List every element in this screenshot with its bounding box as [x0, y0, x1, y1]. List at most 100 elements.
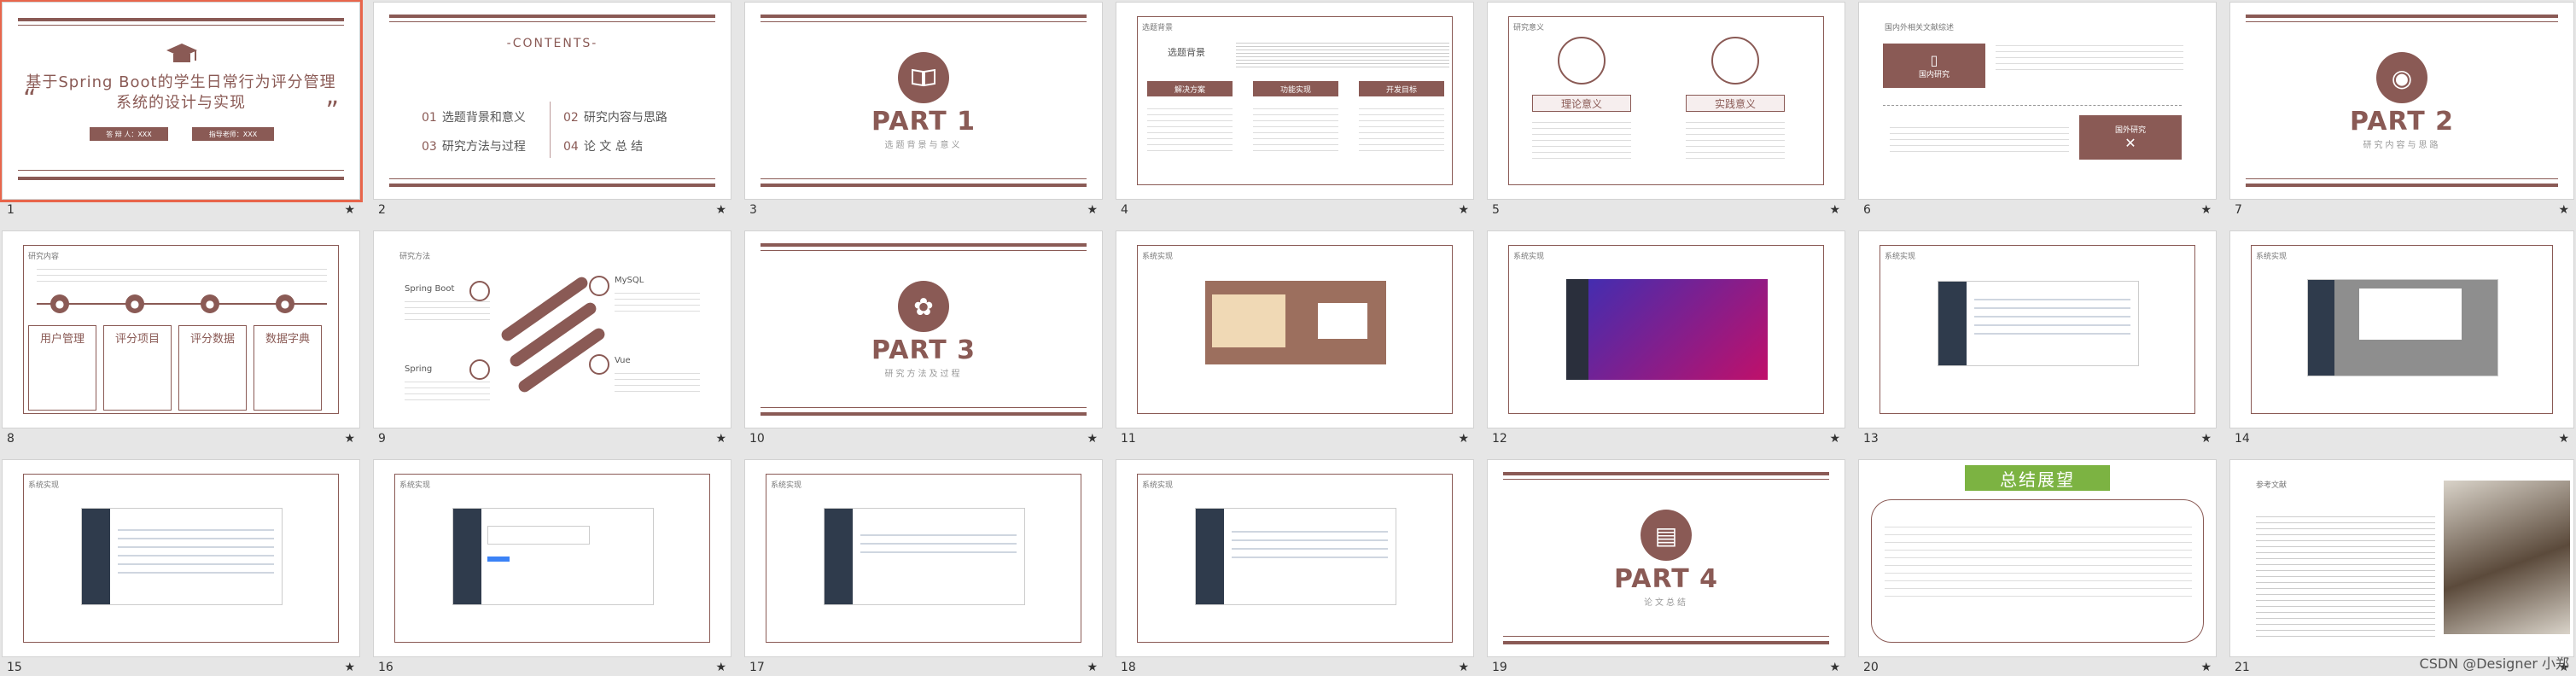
decor-line: [761, 21, 1087, 22]
animation-star-icon[interactable]: ★: [344, 203, 355, 217]
decor-bar: [1503, 472, 1829, 475]
animation-star-icon[interactable]: ★: [1829, 203, 1840, 217]
slide-number: 12: [1492, 432, 1507, 446]
animation-star-icon[interactable]: ★: [1087, 432, 1098, 446]
decor-bar: [389, 15, 715, 18]
tech-spring: Spring: [405, 364, 433, 374]
contents-heading: -CONTENTS-: [506, 37, 598, 50]
tech-mysql: MySQL: [615, 276, 644, 285]
contents-item-1: 01 选题背景和意义: [422, 111, 526, 125]
paragraph-lines: [1885, 520, 2192, 597]
login-screenshot: [1205, 281, 1386, 364]
animation-star-icon[interactable]: ★: [1458, 661, 1469, 674]
form-button: [487, 557, 510, 562]
animation-star-icon[interactable]: ★: [1458, 203, 1469, 217]
card-dictionary: 数据字典: [254, 325, 322, 411]
paragraph-lines: [1686, 117, 1785, 161]
microphone-icon: ●: [50, 294, 69, 313]
slide-21-canvas: 参考文献: [2229, 459, 2574, 657]
slide-sorter-grid: 基于Spring Boot的学生日常行为评分管理系统的设计与实现 “ ” 答 辩…: [0, 0, 2576, 676]
part-title: PART 4: [1614, 564, 1718, 594]
graduation-cap-icon: [165, 42, 199, 66]
slide-number: 3: [749, 203, 757, 217]
animation-star-icon[interactable]: ★: [344, 661, 355, 674]
modal-dialog: [2359, 288, 2462, 340]
slide-18-canvas: 系统实现: [1116, 459, 1474, 657]
section-label: 系统实现: [1142, 253, 1174, 261]
slide-number: 21: [2235, 661, 2250, 674]
decor-line: [18, 170, 344, 171]
part-title: PART 3: [871, 335, 976, 365]
animation-star-icon[interactable]: ★: [715, 661, 726, 674]
decor-bar: [18, 177, 344, 180]
slide-15-canvas: 系统实现: [2, 459, 360, 657]
decor-line: [2246, 21, 2558, 22]
node-icon: [469, 359, 490, 380]
paragraph-lines: [1359, 103, 1444, 154]
book-icon: [898, 52, 949, 103]
paragraph-lines: [615, 368, 700, 397]
slide-20-canvas: 总结展望: [1858, 459, 2217, 657]
dashboard-sidebar: [1566, 279, 1588, 380]
paragraph-lines: [37, 264, 327, 284]
section-label: 国内外相关文献综述: [1885, 24, 1955, 32]
animation-star-icon[interactable]: ★: [2558, 432, 2569, 446]
animation-star-icon[interactable]: ★: [344, 432, 355, 446]
paragraph-lines: [1236, 40, 1449, 69]
table-screenshot: [824, 508, 1025, 605]
document-icon: ▤: [1641, 510, 1692, 561]
slide-number: 15: [7, 661, 22, 674]
animation-star-icon[interactable]: ★: [2200, 661, 2212, 674]
label-goal: 开发目标: [1359, 81, 1444, 96]
animation-star-icon[interactable]: ★: [1458, 432, 1469, 446]
animation-star-icon[interactable]: ★: [2200, 203, 2212, 217]
people-icon: ✿: [898, 281, 949, 332]
slide-number: 18: [1121, 661, 1136, 674]
section-label: 系统实现: [1513, 253, 1545, 261]
section-label: 选题背景: [1142, 24, 1174, 32]
lightbulb-icon: ◉: [2376, 52, 2427, 103]
slide-number: 20: [1863, 661, 1879, 674]
foreign-label: 国外研究: [2114, 126, 2146, 135]
decor-line: [761, 407, 1087, 408]
slide-2-canvas: -CONTENTS- 01 选题背景和意义 02 研究内容与思路 03 研究方法与过程…: [373, 2, 731, 200]
list-icon: ●: [201, 294, 219, 313]
slide-13-canvas: 系统实现: [1858, 230, 2217, 428]
slide-11-canvas: 系统实现: [1116, 230, 1474, 428]
domestic-label: 国内研究: [1918, 71, 1949, 79]
decor-bar: [2246, 184, 2558, 187]
dashboard-screenshot: [1566, 279, 1768, 380]
slide-14-canvas: 系统实现: [2229, 230, 2574, 428]
animation-star-icon[interactable]: ★: [1829, 661, 1840, 674]
slide-number: 4: [1121, 203, 1128, 217]
tech-vue: Vue: [615, 356, 631, 365]
advisor-label: 指导老师：XXX: [192, 127, 274, 141]
slide-16-canvas: 系统实现: [373, 459, 731, 657]
tools-icon: ✕: [2124, 135, 2136, 151]
animation-star-icon[interactable]: ★: [2200, 432, 2212, 446]
card-user-mgmt: 用户管理: [28, 325, 96, 411]
animation-star-icon[interactable]: ★: [715, 203, 726, 217]
paragraph-lines: [1532, 117, 1631, 161]
paragraph-lines: [1890, 122, 2069, 156]
decor-bar: [761, 15, 1087, 18]
decor-bar: [389, 184, 715, 187]
slide-4-canvas: 选题背景 选题背景 解决方案 功能实现 开发目标: [1116, 2, 1474, 200]
animation-star-icon[interactable]: ★: [715, 432, 726, 446]
card-theory: 理论意义: [1532, 95, 1631, 112]
slide-3-canvas: PART 1 选题背景与意义: [744, 2, 1103, 200]
node-icon: [589, 276, 609, 296]
presenter-label: 答 辩 人：XXX: [90, 127, 168, 141]
architecture-photo: [2444, 481, 2570, 634]
slide-number: 10: [749, 432, 765, 446]
decor-line: [389, 178, 715, 179]
animation-star-icon[interactable]: ★: [2558, 203, 2569, 217]
animation-star-icon[interactable]: ★: [1829, 432, 1840, 446]
decor-bar: [1503, 641, 1829, 644]
slide-number: 6: [1863, 203, 1871, 217]
open-quote-icon: “: [23, 84, 37, 114]
animation-star-icon[interactable]: ★: [1087, 203, 1098, 217]
section-label: 研究内容: [28, 253, 60, 261]
animation-star-icon[interactable]: ★: [1087, 661, 1098, 674]
section-label: 研究意义: [1513, 24, 1545, 32]
